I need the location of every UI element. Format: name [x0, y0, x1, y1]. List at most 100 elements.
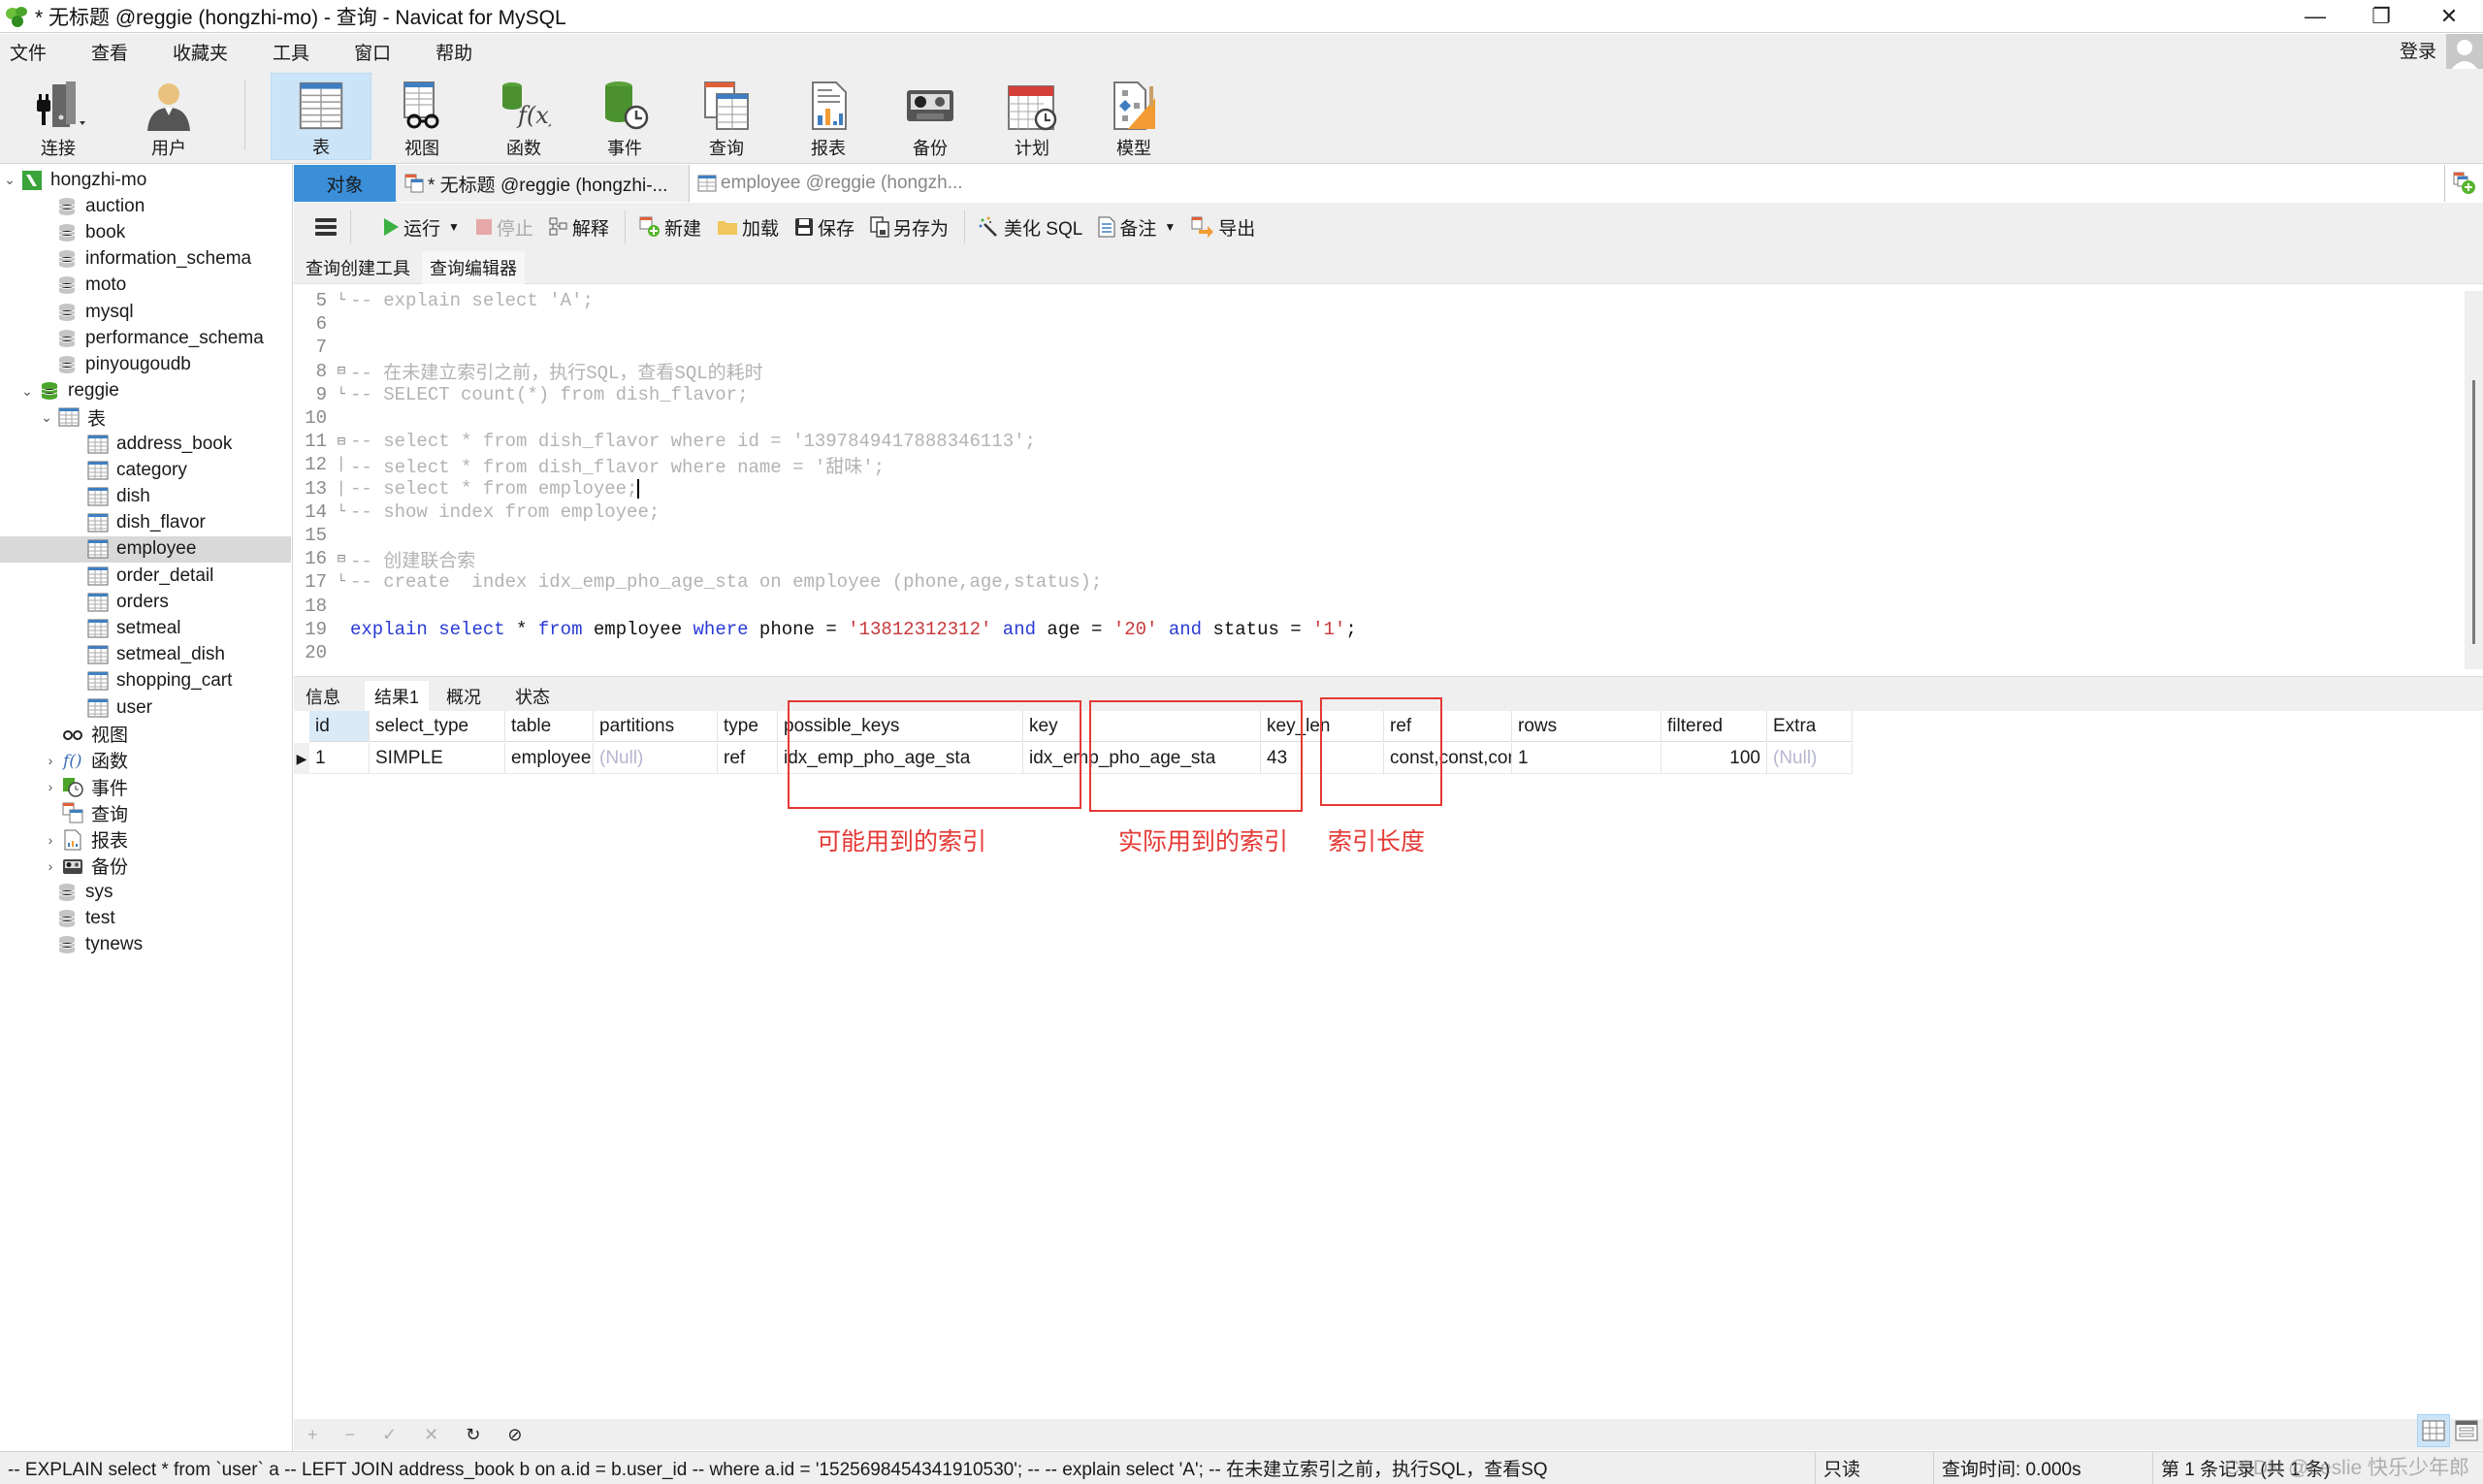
- expand-chevron-down-icon[interactable]: ⌄: [2, 172, 17, 188]
- tree-database[interactable]: information_schema: [0, 246, 291, 273]
- column-header-id[interactable]: id: [309, 711, 370, 742]
- comment-dropdown-icon[interactable]: ▼: [1164, 220, 1176, 234]
- tab-query-editor[interactable]: 查询编辑器: [422, 251, 525, 284]
- tab-overview[interactable]: 概况: [436, 681, 491, 712]
- tree-group-item[interactable]: › 备份: [0, 853, 291, 879]
- cell-select-type[interactable]: SIMPLE: [370, 743, 505, 774]
- hamburger-menu-button[interactable]: [302, 217, 350, 237]
- tab-info[interactable]: 信息: [296, 681, 350, 712]
- tree-table-item[interactable]: employee: [0, 535, 291, 563]
- editor-scrollbar-thumb[interactable]: [2472, 380, 2475, 644]
- tab-employee[interactable]: employee @reggie (hongzh...: [689, 165, 2483, 202]
- toolbar-user[interactable]: 用户: [118, 73, 219, 160]
- comment-button[interactable]: 备注 ▼: [1098, 214, 1176, 241]
- expand-chevron-down-icon[interactable]: ⌄: [19, 383, 35, 400]
- cell-type[interactable]: ref: [718, 743, 778, 774]
- form-view-button[interactable]: [2450, 1414, 2483, 1447]
- menu-help[interactable]: 帮助: [426, 39, 472, 65]
- explain-button[interactable]: 解释: [549, 214, 609, 241]
- column-header-partitions[interactable]: partitions: [594, 711, 718, 742]
- tree-database[interactable]: moto: [0, 273, 291, 299]
- tree-table-item[interactable]: dish_flavor: [0, 510, 291, 536]
- toolbar-event[interactable]: 事件: [574, 73, 675, 160]
- toolbar-view[interactable]: 视图: [371, 73, 472, 160]
- cell-filtered[interactable]: 100: [1661, 743, 1767, 774]
- tree-group-item[interactable]: › 事件: [0, 774, 291, 800]
- column-header-extra[interactable]: Extra: [1767, 711, 1853, 742]
- toolbar-schedule[interactable]: 计划: [982, 73, 1082, 160]
- tree-database-open[interactable]: ⌄ reggie: [0, 378, 291, 404]
- tree-table-item[interactable]: category: [0, 457, 291, 483]
- login-link[interactable]: 登录: [2400, 37, 2436, 63]
- cell-id[interactable]: 1: [309, 743, 370, 774]
- toolbar-table[interactable]: 表: [271, 73, 371, 160]
- tree-database[interactable]: performance_schema: [0, 325, 291, 351]
- tree-database[interactable]: auction: [0, 193, 291, 219]
- grid-view-button[interactable]: [2417, 1414, 2450, 1447]
- column-header-type[interactable]: type: [718, 711, 778, 742]
- tree-table-item[interactable]: setmeal_dish: [0, 642, 291, 668]
- cell-partitions[interactable]: (Null): [594, 743, 718, 774]
- tree-table-item[interactable]: shopping_cart: [0, 668, 291, 694]
- tree-table-item[interactable]: order_detail: [0, 563, 291, 589]
- tree-table-item[interactable]: orders: [0, 589, 291, 615]
- column-header-filtered[interactable]: filtered: [1661, 711, 1767, 742]
- fold-toggle-icon[interactable]: ⊟: [333, 434, 350, 450]
- run-dropdown-icon[interactable]: ▼: [448, 220, 460, 234]
- export-button[interactable]: 导出: [1191, 214, 1255, 241]
- tab-objects[interactable]: 对象: [294, 165, 396, 202]
- column-header-table[interactable]: table: [505, 711, 594, 742]
- new-tab-button[interactable]: [2444, 165, 2483, 202]
- tree-database[interactable]: sys: [0, 879, 291, 905]
- menu-favorites[interactable]: 收藏夹: [163, 39, 228, 65]
- tree-table-item[interactable]: address_book: [0, 431, 291, 457]
- toolbar-connection[interactable]: 连接: [8, 73, 109, 160]
- toolbar-query[interactable]: 查询: [676, 73, 777, 160]
- tree-group-item[interactable]: › 报表: [0, 826, 291, 853]
- expand-chevron-right-icon[interactable]: ›: [43, 779, 58, 794]
- tab-query[interactable]: * 无标题 @reggie (hongzhi-...: [397, 165, 688, 202]
- toolbar-model[interactable]: 模型: [1083, 73, 1184, 160]
- restore-button[interactable]: ❐: [2347, 0, 2415, 33]
- expand-chevron-down-icon[interactable]: ⌄: [39, 409, 54, 426]
- tree-group-item[interactable]: › f() 函数: [0, 747, 291, 773]
- tab-query-builder[interactable]: 查询创建工具: [298, 251, 418, 284]
- minimize-button[interactable]: —: [2281, 0, 2349, 33]
- save-as-button[interactable]: 另存为: [870, 214, 949, 241]
- close-button[interactable]: ✕: [2415, 0, 2483, 33]
- beautify-sql-button[interactable]: 美化 SQL: [979, 214, 1082, 241]
- new-button[interactable]: 新建: [639, 214, 701, 241]
- tree-database[interactable]: tynews: [0, 932, 291, 958]
- tree-group-item[interactable]: 查询: [0, 800, 291, 826]
- stop-button[interactable]: 停止: [475, 214, 533, 241]
- fold-toggle-icon[interactable]: ⊟: [333, 551, 350, 567]
- expand-chevron-right-icon[interactable]: ›: [43, 858, 58, 874]
- tree-database[interactable]: pinyougoudb: [0, 351, 291, 377]
- avatar[interactable]: [2446, 34, 2483, 71]
- load-button[interactable]: 加载: [717, 214, 779, 241]
- menu-window[interactable]: 窗口: [344, 39, 391, 65]
- menu-tools[interactable]: 工具: [263, 39, 309, 65]
- tree-connection[interactable]: ⌄ hongzhi-mo: [0, 167, 291, 193]
- save-button[interactable]: 保存: [794, 214, 855, 241]
- expand-chevron-right-icon[interactable]: ›: [43, 753, 58, 768]
- refresh-button[interactable]: ↻: [466, 1425, 480, 1445]
- cell-extra[interactable]: (Null): [1767, 743, 1853, 774]
- sql-editor[interactable]: 5 └ -- explain select 'A'; 6 7 8 ⊟ -- 在未建立索引之前，…: [294, 285, 2467, 667]
- toolbar-report[interactable]: 报表: [778, 73, 879, 160]
- tab-result-1[interactable]: 结果1: [365, 681, 430, 712]
- toolbar-backup[interactable]: 备份: [880, 73, 981, 160]
- column-header-rows[interactable]: rows: [1512, 711, 1661, 742]
- cell-table[interactable]: employee: [505, 743, 594, 774]
- toolbar-function[interactable]: f(x) 函数: [473, 73, 574, 160]
- discard-changes-button[interactable]: ✕: [424, 1425, 438, 1445]
- tree-group-item[interactable]: 视图: [0, 721, 291, 747]
- editor-scrollbar[interactable]: [2465, 291, 2483, 669]
- add-record-button[interactable]: +: [307, 1425, 318, 1445]
- fold-toggle-icon[interactable]: ⊟: [333, 363, 350, 379]
- cell-rows[interactable]: 1: [1512, 743, 1661, 774]
- tree-database[interactable]: mysql: [0, 299, 291, 325]
- tree-tables-group[interactable]: ⌄ 表: [0, 404, 291, 431]
- menu-file[interactable]: 文件: [0, 39, 47, 65]
- stop-refresh-button[interactable]: ⊘: [507, 1425, 522, 1445]
